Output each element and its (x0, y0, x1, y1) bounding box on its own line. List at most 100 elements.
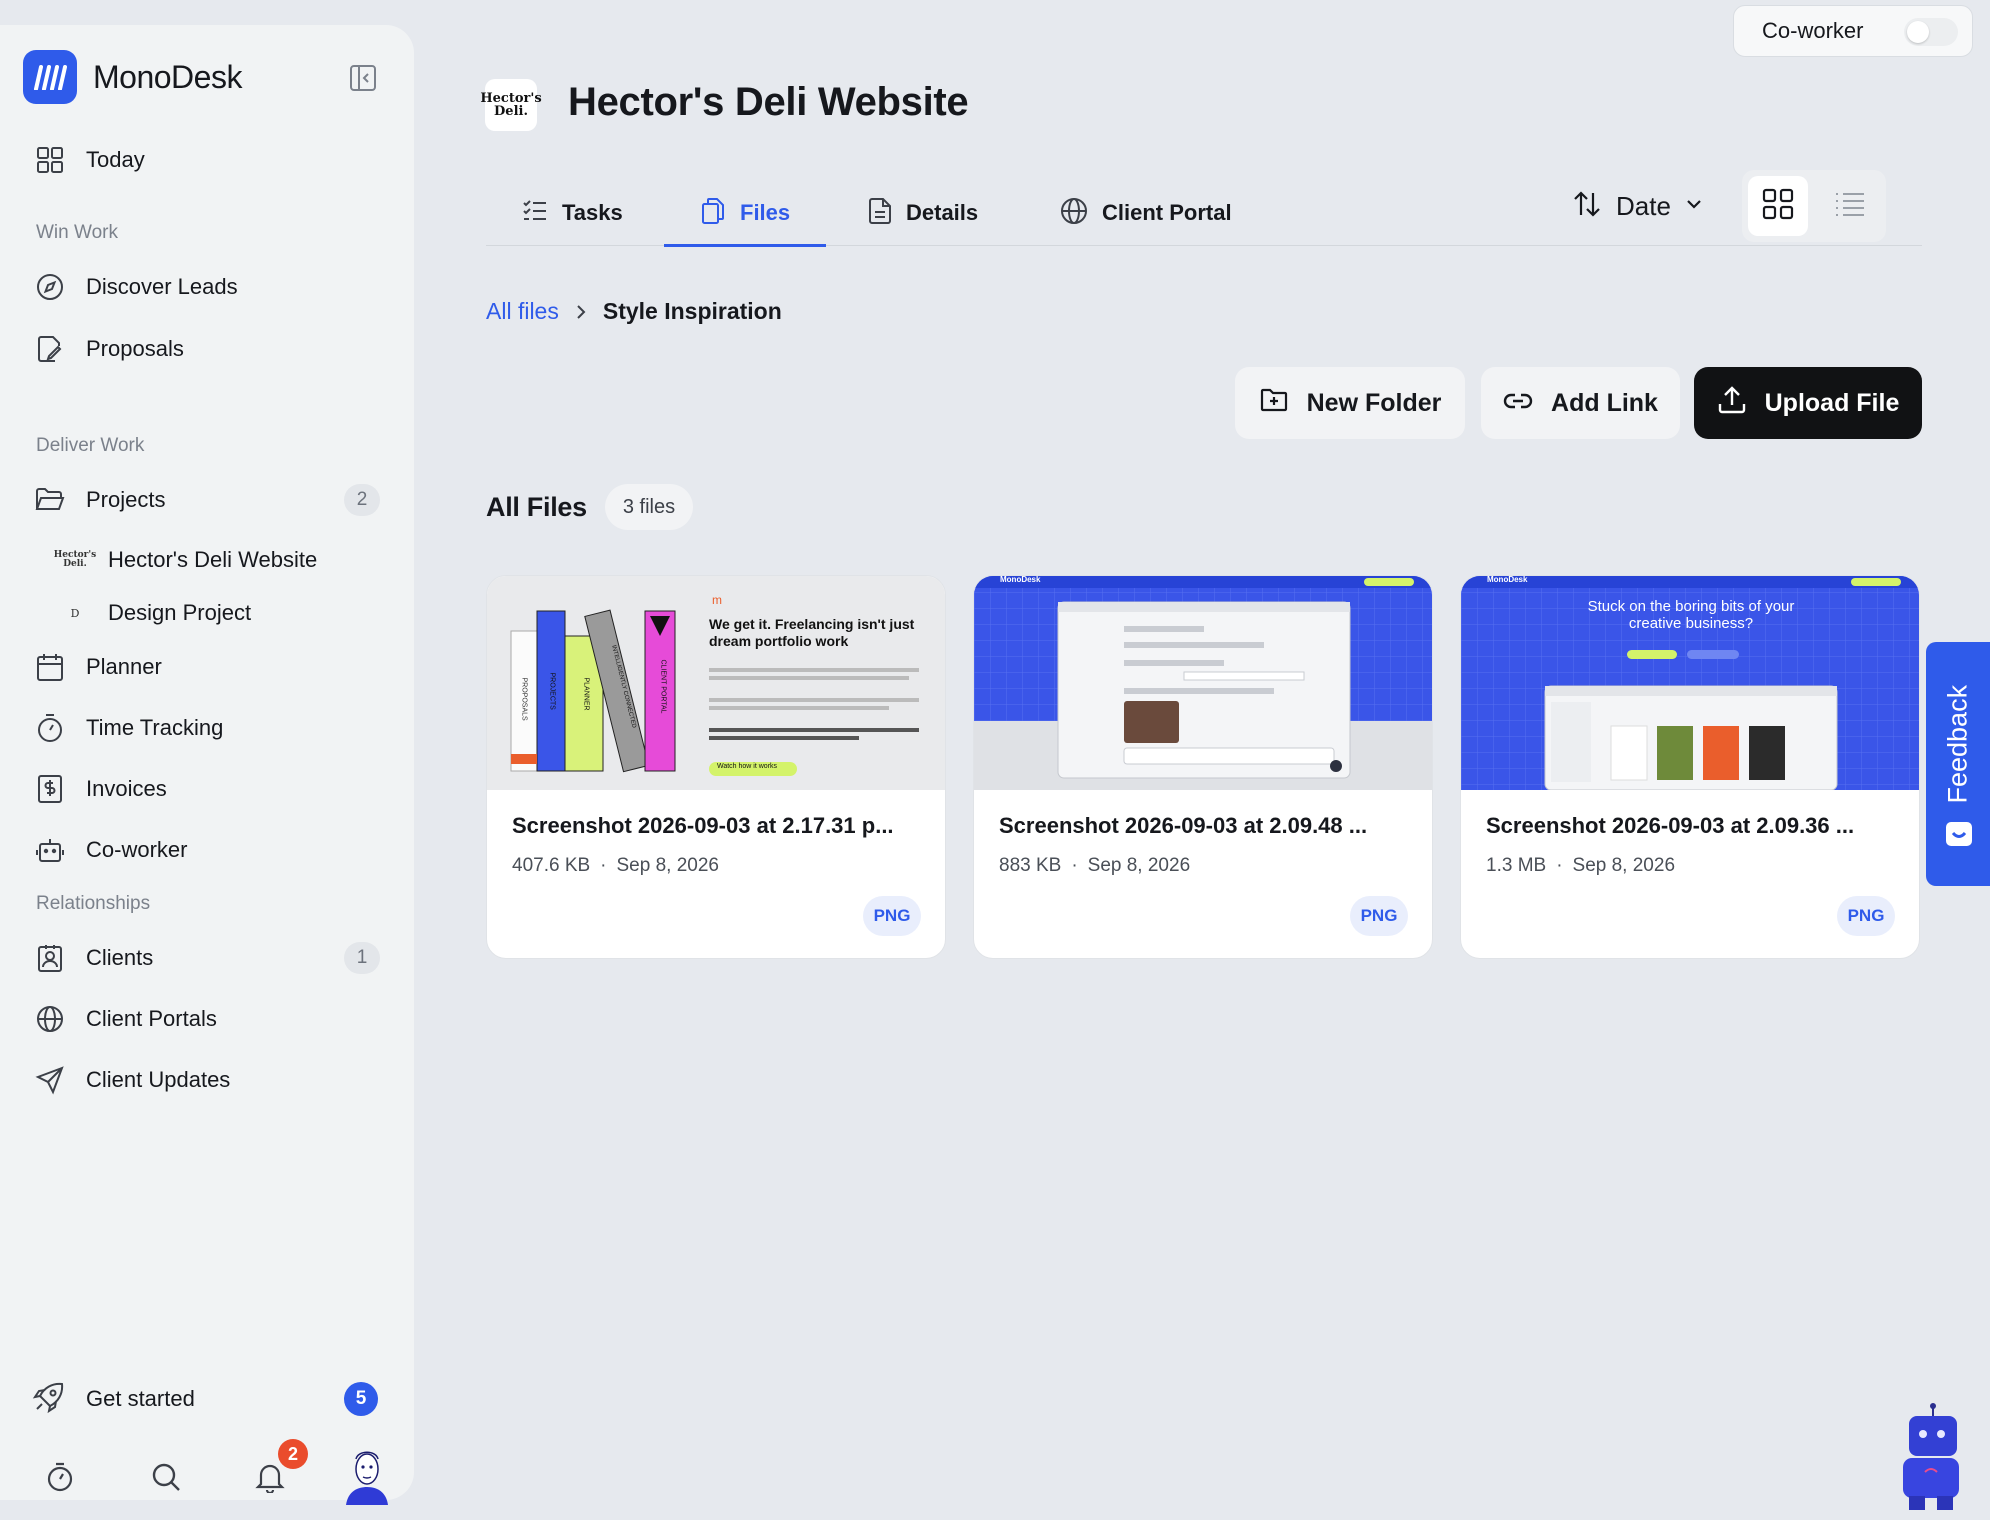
file-type-badge: PNG (1837, 896, 1895, 936)
file-type-badge: PNG (863, 896, 921, 936)
chevron-down-icon (1685, 197, 1703, 215)
nav-time-label: Time Tracking (86, 715, 224, 740)
nav-proposals[interactable]: Proposals (34, 329, 380, 369)
upload-icon (1717, 385, 1747, 422)
breadcrumb-current: Style Inspiration (602, 298, 782, 324)
chevron-right-icon (575, 303, 587, 321)
timer-icon[interactable] (34, 1451, 86, 1503)
nav-planner-label: Planner (86, 654, 162, 679)
svg-text:m: m (712, 593, 722, 607)
file-name: Screenshot 2026-09-03 at 2.09.48 ... (999, 813, 1368, 838)
nav-discover-label: Discover Leads (86, 274, 238, 299)
app-name: MonoDesk (93, 58, 242, 95)
file-card[interactable]: MonoDesk Stuck on the boring bits of you… (1460, 575, 1920, 959)
nav-updates-label: Client Updates (86, 1067, 231, 1092)
file-size: 1.3 MB (1486, 855, 1547, 876)
get-started[interactable]: Get started 5 (32, 1377, 378, 1421)
thumb-spine-label: CLIENT PORTAL (659, 659, 667, 714)
design-project-mini-logo: D (70, 606, 80, 620)
assistant-robot-icon[interactable] (1895, 1402, 1965, 1510)
document-icon (868, 197, 892, 230)
nav-co-worker[interactable]: Co-worker (34, 830, 380, 870)
subproject-design-project[interactable]: D Design Project (60, 595, 252, 631)
calendar-icon (34, 651, 66, 683)
thumb-brand: MonoDesk (1000, 576, 1041, 584)
nav-projects[interactable]: Projects 2 (34, 480, 380, 520)
file-name: Screenshot 2026-09-03 at 2.17.31 p... (512, 813, 894, 838)
new-folder-label: New Folder (1306, 388, 1442, 417)
list-icon (1833, 189, 1867, 224)
nav-client-updates[interactable]: Client Updates (34, 1060, 380, 1100)
file-meta: 407.6 KB · Sep 8, 2026 (512, 855, 719, 877)
list-view-button[interactable] (1820, 176, 1880, 236)
files-icon (700, 197, 726, 230)
subproject-hectors-deli[interactable]: Hector's Deli. Hector's Deli Website (53, 542, 318, 578)
nav-clients[interactable]: Clients 1 (34, 938, 380, 978)
thumb-cta: Watch how it works (717, 763, 778, 770)
upload-file-button[interactable]: Upload File (1694, 367, 1922, 439)
grid-icon (1761, 187, 1795, 226)
sidebar-bottom-bar: 2 (34, 1439, 388, 1507)
tab-tasks-label: Tasks (562, 200, 623, 225)
nav-invoices[interactable]: Invoices (34, 769, 380, 809)
globe-icon (34, 1003, 66, 1035)
file-card[interactable]: MonoDesk Screenshot 2026-09-03 at 2.09.4… (973, 575, 1433, 959)
coworker-toggle[interactable]: Co-worker (1733, 5, 1973, 57)
folder-plus-icon (1259, 387, 1289, 420)
meta-separator: · (1556, 855, 1563, 876)
project-tabs: Tasks Files Details Client Portal (486, 180, 1922, 247)
brand[interactable]: MonoDesk (23, 50, 242, 104)
tab-files-label: Files (740, 200, 791, 225)
projects-count-badge: 2 (344, 484, 380, 516)
project-logo: Hector's Deli. (480, 79, 542, 131)
search-icon[interactable] (140, 1451, 192, 1503)
tab-client-portal[interactable]: Client Portal (1060, 180, 1232, 246)
feedback-label: Feedback (1942, 684, 1973, 804)
upload-file-label: Upload File (1764, 388, 1900, 417)
tab-details[interactable]: Details (868, 180, 978, 246)
breadcrumb-all-files[interactable]: All files (486, 298, 559, 325)
breadcrumb: All files Style Inspiration (486, 298, 782, 325)
nav-today[interactable]: Today (34, 140, 380, 180)
sort-dropdown[interactable]: Date (1572, 186, 1703, 226)
coworker-switch[interactable] (1904, 18, 1958, 46)
tab-tasks[interactable]: Tasks (522, 180, 623, 246)
send-icon (34, 1064, 66, 1096)
add-link-button[interactable]: Add Link (1481, 367, 1680, 439)
get-started-count-badge: 5 (344, 1382, 378, 1416)
file-thumbnail: MonoDesk (974, 576, 1432, 790)
file-card[interactable]: m We get it. Freelancing isn't just drea… (486, 575, 946, 959)
subproject-label: Design Project (108, 600, 252, 625)
grid-icon (34, 144, 66, 176)
user-avatar[interactable] (342, 1445, 392, 1505)
rocket-icon (32, 1380, 66, 1419)
collapse-sidebar-icon[interactable] (346, 61, 380, 95)
tab-client-portal-label: Client Portal (1102, 200, 1232, 225)
files-header: All Files 3 files (486, 484, 694, 530)
nav-planner[interactable]: Planner (34, 647, 380, 687)
contact-card-icon (34, 942, 66, 974)
sort-arrows-icon (1572, 189, 1602, 224)
subproject-label: Hector's Deli Website (108, 547, 318, 572)
notifications-count-badge: 2 (278, 1439, 308, 1469)
file-meta: 1.3 MB · Sep 8, 2026 (1486, 855, 1675, 877)
tab-files[interactable]: Files (663, 180, 827, 247)
file-date: Sep 8, 2026 (1572, 855, 1676, 876)
nav-time-tracking[interactable]: Time Tracking (34, 708, 380, 748)
nav-clients-label: Clients (86, 945, 154, 970)
grid-view-button[interactable] (1748, 176, 1808, 236)
sort-label: Date (1616, 190, 1671, 221)
nav-client-portals[interactable]: Client Portals (34, 999, 380, 1039)
nav-discover-leads[interactable]: Discover Leads (34, 267, 380, 307)
files-title: All Files (486, 491, 587, 522)
folder-open-icon (34, 484, 66, 516)
stopwatch-icon (34, 712, 66, 744)
invoice-dollar-icon (34, 773, 66, 805)
compass-icon (34, 271, 66, 303)
feedback-tab[interactable]: Feedback (1926, 642, 1990, 886)
nav-portals-label: Client Portals (86, 1006, 217, 1031)
section-deliver-work: Deliver Work (36, 435, 145, 456)
thumb-headline: Stuck on the boring bits of your creativ… (1587, 598, 1795, 632)
new-folder-button[interactable]: New Folder (1235, 367, 1465, 439)
hectors-deli-mini-logo: Hector's Deli. (53, 550, 97, 569)
